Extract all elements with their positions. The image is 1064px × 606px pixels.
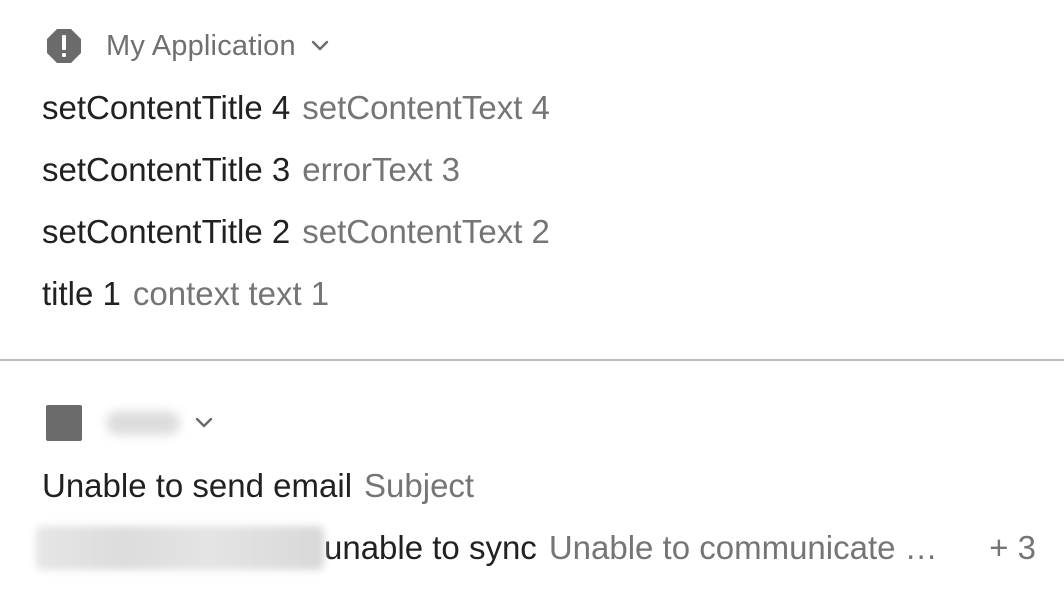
redacted-app-name (106, 411, 180, 435)
notification-title: title 1 (42, 275, 121, 312)
notification-title: setContentTitle 2 (42, 213, 291, 250)
chevron-down-icon[interactable] (194, 413, 214, 433)
square-app-icon (46, 405, 82, 441)
chevron-down-icon[interactable] (310, 36, 330, 56)
alert-octagon-icon (46, 28, 82, 64)
notification-item[interactable]: unable to sync Unable to communicate wit… (36, 526, 1040, 570)
notification-item[interactable]: Unable to send email Subject (42, 464, 1040, 508)
app-name: My Application (106, 29, 296, 62)
notification-item[interactable]: setContentTitle 3 errorText 3 (42, 148, 1040, 192)
notification-text: context text 1 (132, 275, 330, 312)
notification-shade: My Application setContentTitle 4 setCont… (0, 0, 1064, 606)
redacted-sender (36, 526, 324, 570)
notification-text: errorText 3 (302, 151, 460, 188)
notification-text: Subject (364, 467, 475, 504)
notification-title: setContentTitle 3 (42, 151, 291, 188)
notification-text: setContentText 4 (302, 89, 550, 126)
notification-group-my-application[interactable]: My Application setContentTitle 4 setCont… (0, 0, 1064, 360)
notification-group-work[interactable]: Unable to send email Subject unable to s… (0, 361, 1064, 606)
notification-title: Unable to send email (42, 467, 353, 504)
notification-item[interactable]: setContentTitle 4 setContentText 4 (42, 86, 1040, 130)
notification-header[interactable]: My Application (46, 26, 330, 66)
notification-item[interactable]: title 1 context text 1 (42, 272, 1040, 316)
notification-title: unable to sync (324, 529, 537, 566)
notification-text: setContentText 2 (302, 213, 550, 250)
notification-header[interactable] (46, 403, 214, 443)
more-count-badge: + 3 (989, 529, 1036, 566)
notification-title: setContentTitle 4 (42, 89, 291, 126)
notification-text: Unable to communicate with server (548, 529, 944, 566)
notification-item[interactable]: setContentTitle 2 setContentText 2 (42, 210, 1040, 254)
